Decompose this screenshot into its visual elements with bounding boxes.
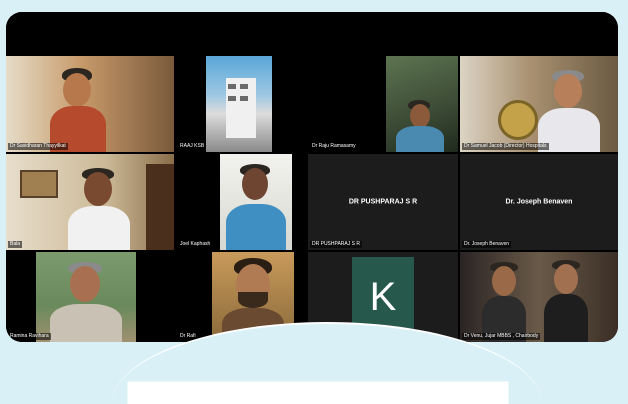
participant-tile[interactable]: Joel Kaphash bbox=[176, 154, 306, 250]
participant-gallery: Dr Sasidharan Thayyilkat RAAJ KSB Dr Raj… bbox=[6, 56, 618, 342]
participant-tile[interactable]: Dr Venu, Jujar MBBS , Chairbody bbox=[460, 252, 618, 342]
participant-tile[interactable]: Dr Samuel Jacob (Director) Hospitals bbox=[460, 56, 618, 152]
participant-video bbox=[206, 56, 272, 152]
participant-name: DR PUSHPARAJ S R bbox=[310, 241, 362, 248]
participant-name: Joel Kaphash bbox=[178, 241, 213, 248]
participant-tile[interactable]: Ramina Ravihara bbox=[6, 252, 174, 342]
participant-tile[interactable]: Bala bbox=[6, 154, 174, 250]
participant-video bbox=[36, 252, 136, 342]
participant-name: Dr Venu, Jujar MBBS , Chairbody bbox=[462, 333, 541, 340]
participant-tile[interactable]: RAAJ KSB bbox=[176, 56, 306, 152]
participant-name: Dr Sasidharan Thayyilkat bbox=[8, 143, 68, 150]
participant-name: Ramina Ravihara bbox=[8, 333, 51, 340]
participant-video bbox=[460, 252, 618, 342]
participant-tile[interactable]: Dr Sasidharan Thayyilkat bbox=[6, 56, 174, 152]
participant-tile[interactable]: Dr Raju Ramasamy bbox=[308, 56, 458, 152]
participant-name: Dr. Joseph Benaven bbox=[462, 241, 512, 248]
participant-name: RAAJ KSB bbox=[178, 143, 207, 150]
video-meeting-window: Dr Sasidharan Thayyilkat RAAJ KSB Dr Raj… bbox=[6, 12, 618, 342]
participant-name: Dr Samuel Jacob (Director) Hospitals bbox=[462, 143, 549, 150]
avatar-initial: K bbox=[369, 274, 397, 319]
participant-name: Bala bbox=[8, 241, 23, 248]
page-background: Dr Sasidharan Thayyilkat RAAJ KSB Dr Raj… bbox=[0, 0, 628, 404]
participant-video bbox=[220, 154, 292, 250]
participant-tile[interactable]: DR PUSHPARAJ S R DR PUSHPARAJ S R bbox=[308, 154, 458, 250]
meeting-top-bar bbox=[6, 12, 618, 56]
participant-name: Dr Raju Ramasamy bbox=[310, 143, 358, 150]
participant-video bbox=[386, 56, 458, 152]
participant-tile[interactable]: Dr. Joseph Benaven Dr. Joseph Benaven bbox=[460, 154, 618, 250]
participant-display-name: DR PUSHPARAJ S R bbox=[348, 198, 418, 206]
participant-display-name: Dr. Joseph Benaven bbox=[505, 198, 573, 206]
